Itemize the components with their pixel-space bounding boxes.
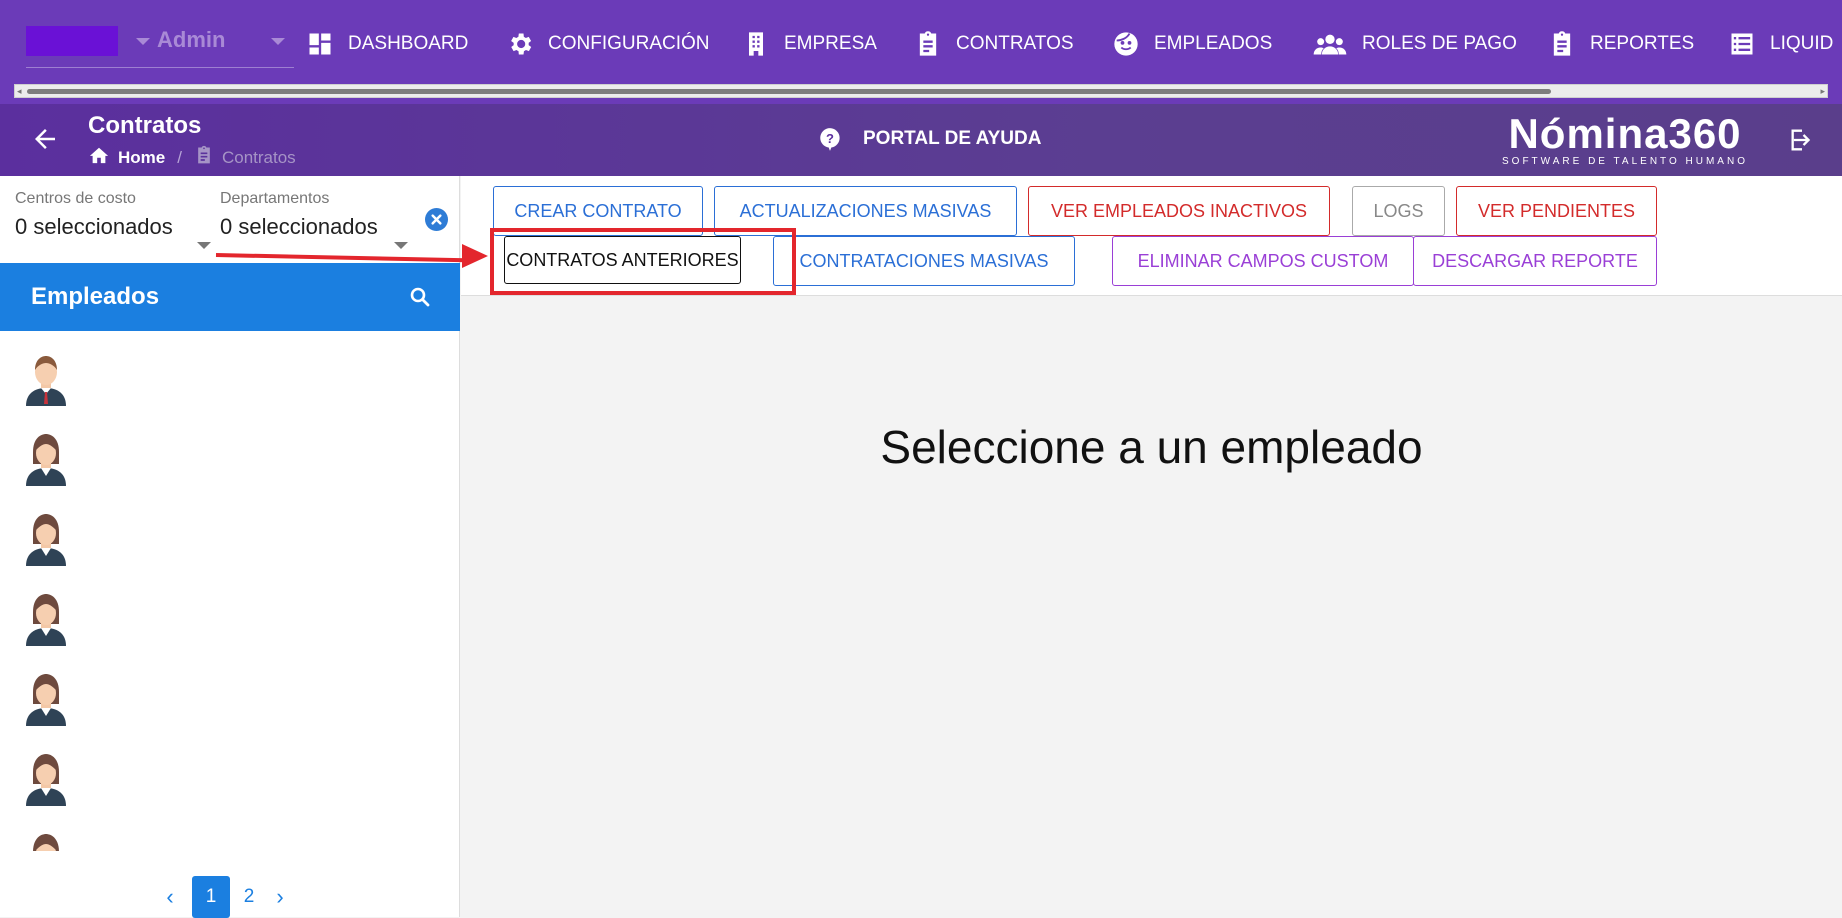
- face-icon: [1112, 30, 1140, 58]
- top-navigation: Admin DASHBOARD CONFIGURACIÓN EMPRESA CO…: [0, 0, 1842, 104]
- company-role-label: Admin: [157, 27, 226, 52]
- scroll-right-arrow-icon[interactable]: ▸: [1820, 86, 1825, 97]
- employees-header: Empleados: [0, 263, 460, 331]
- cost-center-value[interactable]: 0 seleccionados: [15, 214, 213, 240]
- descargar-reporte-button[interactable]: DESCARGAR REPORTE: [1413, 236, 1657, 286]
- nav-item-contratos[interactable]: CONTRATOS: [914, 28, 1074, 60]
- cost-center-filter[interactable]: Centros de costo 0 seleccionados: [15, 190, 213, 271]
- employee-avatar[interactable]: [24, 510, 68, 566]
- next-page-icon[interactable]: ›: [268, 885, 292, 909]
- nav-item-label: DASHBOARD: [348, 33, 469, 54]
- chevron-down-icon[interactable]: [197, 242, 211, 249]
- ver-pendientes-button[interactable]: VER PENDIENTES: [1456, 186, 1657, 236]
- ver-empleados-inactivos-button[interactable]: VER EMPLEADOS INACTIVOS: [1028, 186, 1330, 236]
- eliminar-campos-custom-button[interactable]: ELIMINAR CAMPOS CUSTOM: [1112, 236, 1414, 286]
- employee-avatar[interactable]: [24, 590, 68, 646]
- pagination: ‹ 1 2 ›: [158, 876, 292, 918]
- gear-icon: [506, 30, 534, 58]
- cost-center-label: Centros de costo: [15, 190, 136, 207]
- logout-icon[interactable]: [1788, 126, 1816, 154]
- chevron-down-icon[interactable]: [271, 38, 285, 45]
- nav-item-label: REPORTES: [1590, 33, 1695, 54]
- brand-logo: Nómina360 SOFTWARE DE TALENTO HUMANO: [1500, 110, 1750, 167]
- nav-item-label: CONTRATOS: [956, 33, 1074, 54]
- clipboard-icon: [1548, 30, 1576, 58]
- nav-item-dashboard[interactable]: DASHBOARD: [306, 28, 468, 60]
- logs-button[interactable]: LOGS: [1352, 186, 1445, 236]
- breadcrumb-current: Contratos: [221, 147, 296, 167]
- group-icon: [1312, 30, 1348, 58]
- annotation-arrow-head: [462, 244, 488, 268]
- prev-page-icon[interactable]: ‹: [158, 885, 182, 909]
- help-bubble-icon: ?: [817, 126, 843, 152]
- nav-item-configuracion[interactable]: CONFIGURACIÓN: [506, 28, 710, 60]
- chevron-down-icon[interactable]: [136, 38, 150, 45]
- home-icon[interactable]: [88, 145, 110, 170]
- scrollbar-thumb[interactable]: [27, 89, 1551, 94]
- department-label: Departamentos: [220, 190, 330, 207]
- page-1-button[interactable]: 1: [192, 876, 230, 918]
- page-title: Contratos: [88, 112, 202, 139]
- employee-avatar[interactable]: [24, 430, 68, 486]
- clipboard-icon: [914, 30, 942, 58]
- clear-filters-icon[interactable]: [425, 208, 448, 231]
- svg-text:?: ?: [826, 131, 834, 146]
- scroll-left-arrow-icon[interactable]: ◂: [17, 86, 22, 97]
- nav-item-label: ROLES DE PAGO: [1362, 33, 1517, 54]
- department-filter[interactable]: Departamentos 0 seleccionados: [220, 190, 418, 271]
- contrataciones-masivas-button[interactable]: CONTRATACIONES MASIVAS: [773, 236, 1075, 286]
- breadcrumb-home[interactable]: Home: [118, 148, 165, 168]
- employee-avatar[interactable]: [24, 670, 68, 726]
- breadcrumb-separator: /: [177, 147, 182, 167]
- company-logo-swatch: [26, 26, 118, 56]
- chevron-down-icon[interactable]: [394, 242, 408, 249]
- nav-item-liquidaciones[interactable]: LIQUID: [1728, 28, 1833, 60]
- employee-avatar[interactable]: [24, 830, 68, 851]
- help-portal-link[interactable]: ? PORTAL DE AYUDA: [817, 126, 1041, 152]
- nav-item-empresa[interactable]: EMPRESA: [742, 28, 877, 60]
- clipboard-icon: [194, 144, 214, 171]
- logo-tagline: SOFTWARE DE TALENTO HUMANO: [1502, 156, 1748, 167]
- page-2-button[interactable]: 2: [230, 876, 268, 918]
- building-icon: [742, 30, 770, 58]
- dashboard-icon: [306, 30, 334, 58]
- help-portal-label: PORTAL DE AYUDA: [863, 128, 1042, 149]
- horizontal-scrollbar[interactable]: ◂ ▸: [14, 84, 1828, 98]
- employee-avatar[interactable]: [24, 750, 68, 806]
- company-selector[interactable]: Admin: [26, 26, 294, 68]
- nav-item-roles-de-pago[interactable]: ROLES DE PAGO: [1312, 28, 1517, 60]
- search-icon[interactable]: [408, 285, 432, 309]
- logo-name: Nómina360: [1508, 110, 1742, 157]
- nav-item-label: LIQUID: [1770, 33, 1834, 54]
- nav-item-reportes[interactable]: REPORTES: [1548, 28, 1694, 60]
- back-arrow-icon[interactable]: [30, 124, 60, 154]
- employee-sidebar: Centros de costo 0 seleccionados Departa…: [0, 176, 460, 918]
- nav-item-empleados[interactable]: EMPLEADOS: [1112, 28, 1272, 60]
- employees-title: Empleados: [31, 283, 160, 310]
- nav-item-label: CONFIGURACIÓN: [548, 33, 710, 54]
- page-header: Contratos Home / Contratos ? PORTAL DE A…: [0, 104, 1842, 176]
- breadcrumb: Home / Contratos: [88, 144, 296, 171]
- department-value[interactable]: 0 seleccionados: [220, 214, 418, 240]
- employee-list: [0, 331, 460, 851]
- nav-item-label: EMPRESA: [784, 33, 877, 54]
- highlight-box: [490, 228, 796, 295]
- employee-avatar[interactable]: [24, 350, 68, 406]
- list-icon: [1728, 30, 1756, 58]
- nav-item-label: EMPLEADOS: [1154, 33, 1273, 54]
- empty-state-message: Seleccione a un empleado: [880, 421, 1423, 473]
